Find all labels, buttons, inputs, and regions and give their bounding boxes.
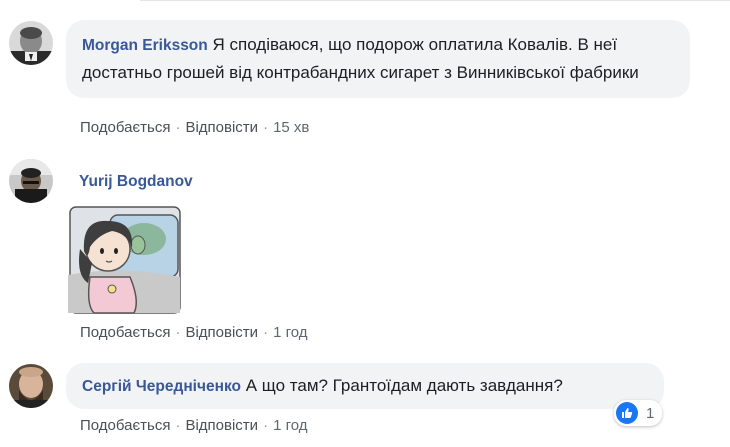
comment-bubble: Сергій Чередніченко А що там? Грантоїдам…	[66, 363, 664, 409]
separator: ·	[263, 119, 269, 136]
avatar[interactable]	[9, 364, 53, 408]
timestamp-link[interactable]: 15 хв	[273, 119, 309, 136]
reply-link[interactable]: Відповісти	[185, 119, 258, 136]
reaction-count: 1	[646, 404, 655, 422]
timestamp-link[interactable]: 1 год	[273, 417, 307, 434]
avatar-photo	[9, 159, 53, 203]
avatar-photo	[9, 364, 53, 408]
like-link[interactable]: Подобається	[80, 119, 170, 136]
girl-on-train-sticker	[68, 205, 182, 315]
comment-author[interactable]: Yurij Bogdanov	[79, 173, 193, 191]
comment-author[interactable]: Morgan Eriksson	[82, 37, 208, 54]
divider	[140, 0, 730, 1]
reply-link[interactable]: Відповісти	[185, 417, 258, 434]
separator: ·	[263, 324, 269, 341]
avatar-photo	[9, 21, 53, 65]
timestamp-link[interactable]: 1 год	[273, 324, 307, 341]
like-icon	[616, 402, 638, 424]
comment-author[interactable]: Сергій Чередніченко	[82, 378, 241, 395]
comment-actions: Подобається · Відповісти · 1 год	[80, 324, 307, 341]
like-link[interactable]: Подобається	[80, 324, 170, 341]
reaction-count-button[interactable]: 1	[614, 400, 663, 426]
separator: ·	[263, 417, 269, 434]
like-link[interactable]: Подобається	[80, 417, 170, 434]
separator: ·	[175, 417, 181, 434]
comment-actions: Подобається · Відповісти · 15 хв	[80, 119, 309, 136]
sticker-image	[68, 206, 181, 314]
separator: ·	[175, 324, 181, 341]
avatar[interactable]	[9, 21, 53, 65]
comment-bubble: Morgan Eriksson Я сподіваюся, що подорож…	[66, 20, 690, 98]
comment-actions: Подобається · Відповісти · 1 год	[80, 417, 307, 434]
separator: ·	[175, 119, 181, 136]
comment-text: А що там? Грантоїдам дають завдання?	[245, 376, 563, 395]
avatar[interactable]	[9, 159, 53, 203]
reply-link[interactable]: Відповісти	[185, 324, 258, 341]
